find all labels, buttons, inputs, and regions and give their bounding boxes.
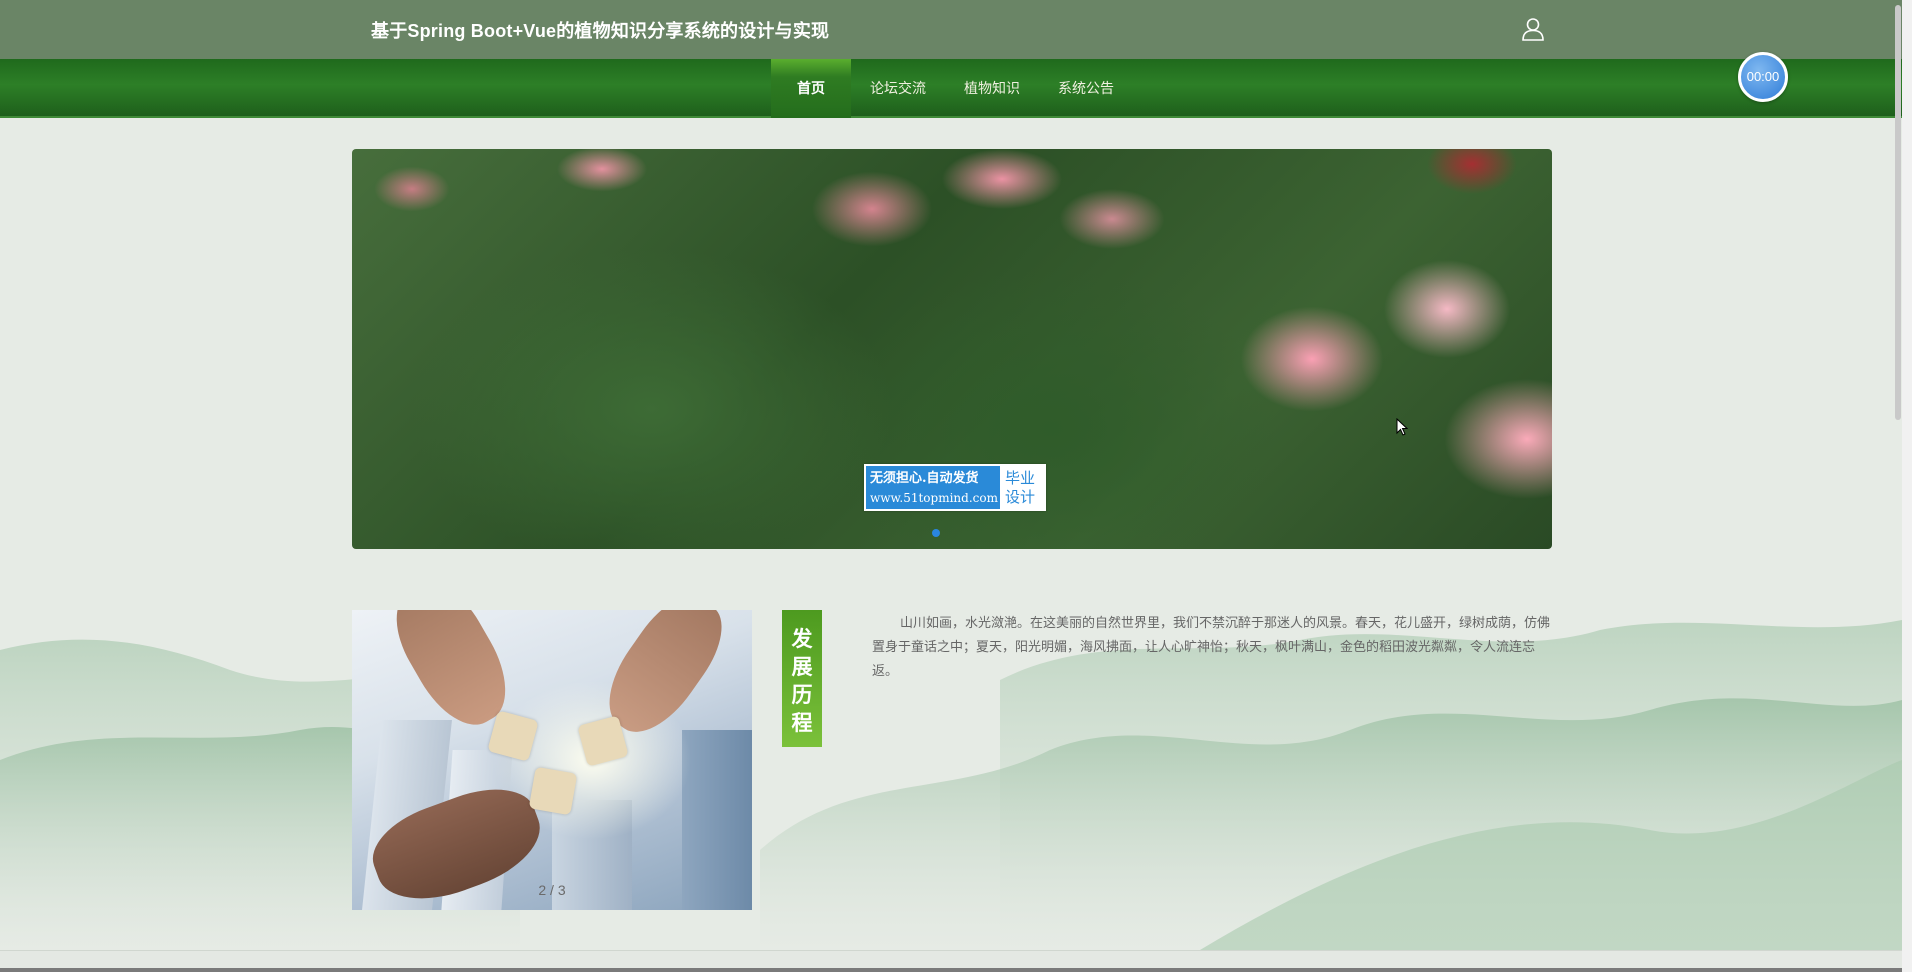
carousel-dot[interactable]: [932, 529, 940, 537]
hero-carousel[interactable]: 无须担心.自动发货 www.51topmind.com 毕业 设计: [352, 149, 1552, 549]
top-header: 基于Spring Boot+Vue的植物知识分享系统的设计与实现: [0, 0, 1902, 59]
mouse-cursor-icon: [1396, 418, 1408, 436]
watermark-tag-line2: 设计: [1005, 488, 1039, 507]
watermark-tag-line1: 毕业: [1005, 469, 1039, 488]
nav-item-plant-knowledge[interactable]: 植物知识: [945, 59, 1039, 118]
slide-counter: 2 / 3: [538, 882, 566, 898]
nav-item-announcements[interactable]: 系统公告: [1039, 59, 1133, 118]
puzzle-piece: [528, 766, 578, 816]
nav-item-home[interactable]: 首页: [771, 59, 851, 118]
about-text: 山川如画，水光潋滟。在这美丽的自然世界里，我们不禁沉醉于那迷人的风景。春天，花儿…: [872, 615, 1551, 678]
about-carousel-image[interactable]: 2 / 3: [352, 610, 752, 910]
timer-badge[interactable]: 00:00: [1738, 52, 1788, 102]
main-nav-bar: 首页 论坛交流 植物知识 系统公告: [0, 59, 1902, 118]
watermark-line2: www.51topmind.com: [870, 491, 998, 505]
site-title: 基于Spring Boot+Vue的植物知识分享系统的设计与实现: [371, 21, 830, 41]
scrollbar-track[interactable]: [1902, 0, 1912, 972]
watermark-line1: 无须担心.自动发货: [870, 471, 979, 486]
nav-item-forum[interactable]: 论坛交流: [851, 59, 945, 118]
watermark-badge: 无须担心.自动发货 www.51topmind.com 毕业 设计: [864, 464, 1046, 511]
user-icon[interactable]: [1520, 16, 1546, 42]
main-nav: 首页 论坛交流 植物知识 系统公告: [771, 59, 1133, 118]
section-label-history: 发 展 历 程: [782, 610, 822, 747]
scrollbar-thumb[interactable]: [1895, 5, 1901, 420]
